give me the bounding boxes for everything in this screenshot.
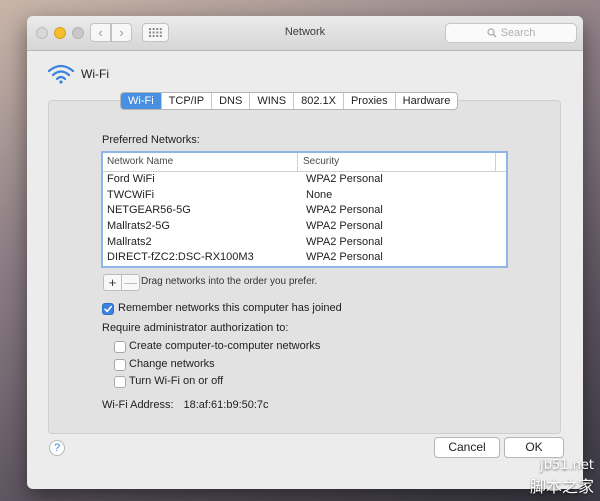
table-row[interactable]: DIRECT-fZC2:DSC-RX100M3 WPA2 Personal xyxy=(103,250,506,266)
admin-authorization-label: Require administrator authorization to: xyxy=(102,322,289,334)
security-cell: WPA2 Personal xyxy=(306,251,383,264)
network-name-cell: NETGEAR56-5G xyxy=(107,204,191,217)
wifi-address-label: Wi-Fi Address: xyxy=(102,399,174,411)
network-preferences-window: ‹ › Network Search Wi-Fi Wi-Fi TCP/IP DN… xyxy=(27,16,583,489)
network-name-cell: Ford WiFi xyxy=(107,173,155,185)
network-name-cell: Mallrats2 xyxy=(107,235,152,248)
tab-wifi[interactable]: Wi-Fi xyxy=(121,93,162,109)
security-cell: WPA2 Personal xyxy=(306,235,383,248)
tab-proxies[interactable]: Proxies xyxy=(344,93,396,109)
change-networks-checkbox[interactable] xyxy=(114,359,126,371)
ok-button[interactable]: OK xyxy=(504,437,564,458)
security-cell: WPA2 Personal xyxy=(306,173,383,185)
service-name: Wi-Fi xyxy=(81,67,109,81)
toggle-wifi-label[interactable]: Turn Wi-Fi on or off xyxy=(129,375,223,387)
table-row[interactable]: Mallrats2 WPA2 Personal xyxy=(103,235,506,251)
security-cell: WPA2 Personal xyxy=(306,204,383,217)
table-row[interactable]: Ford WiFi WPA2 Personal xyxy=(103,172,506,188)
add-network-button[interactable]: + xyxy=(104,275,121,290)
network-name-cell: TWCWiFi xyxy=(107,188,155,201)
security-cell: WPA2 Personal xyxy=(306,220,383,233)
help-button[interactable]: ? xyxy=(49,440,65,456)
search-icon xyxy=(486,28,497,38)
tab-hardware[interactable]: Hardware xyxy=(396,93,458,109)
remember-networks-checkbox[interactable] xyxy=(102,303,114,315)
preferred-networks-table[interactable]: Network Name Security Ford WiFi WPA2 Per… xyxy=(101,151,508,268)
site-watermark: jb51.net 脚本之家 xyxy=(530,458,594,497)
search-placeholder: Search xyxy=(500,27,536,39)
tab-8021x[interactable]: 802.1X xyxy=(294,93,344,109)
search-field[interactable]: Search xyxy=(445,23,577,43)
tab-tcpip[interactable]: TCP/IP xyxy=(162,93,213,109)
network-name-cell: Mallrats2-5G xyxy=(107,220,170,233)
remove-network-button[interactable]: — xyxy=(121,275,139,290)
add-remove-control: + — xyxy=(103,274,140,291)
table-row[interactable]: Mallrats2-5G WPA2 Personal xyxy=(103,219,506,235)
change-networks-label[interactable]: Change networks xyxy=(129,358,215,370)
wifi-address: Wi-Fi Address: 18:af:61:b9:50:7c xyxy=(102,399,269,411)
tab-dns[interactable]: DNS xyxy=(212,93,251,109)
checkmark-icon xyxy=(104,305,112,313)
service-header: Wi-Fi xyxy=(47,64,109,84)
security-cell: None xyxy=(306,188,333,201)
wifi-address-value: 18:af:61:b9:50:7c xyxy=(183,399,269,411)
column-header-security[interactable]: Security xyxy=(298,153,496,171)
wifi-icon xyxy=(47,64,75,84)
watermark-brand: 脚本之家 xyxy=(529,477,594,496)
toggle-wifi-checkbox[interactable] xyxy=(114,376,126,388)
drag-hint-text: Drag networks into the order you prefer. xyxy=(141,276,318,287)
column-header-network-name[interactable]: Network Name xyxy=(103,153,298,171)
cancel-button[interactable]: Cancel xyxy=(434,437,500,458)
table-row[interactable]: TWCWiFi None xyxy=(103,188,506,204)
remember-networks-label[interactable]: Remember networks this computer has join… xyxy=(118,302,342,314)
network-name-cell: DIRECT-fZC2:DSC-RX100M3 xyxy=(107,251,254,264)
table-row[interactable]: NETGEAR56-5G WPA2 Personal xyxy=(103,203,506,219)
create-c2c-label[interactable]: Create computer-to-computer networks xyxy=(129,340,320,352)
create-c2c-checkbox[interactable] xyxy=(114,341,126,353)
tab-wins[interactable]: WINS xyxy=(250,93,295,109)
table-header: Network Name Security xyxy=(103,153,506,172)
preferred-networks-label: Preferred Networks: xyxy=(102,134,200,146)
tab-bar: Wi-Fi TCP/IP DNS WINS 802.1X Proxies Har… xyxy=(120,92,459,110)
title-bar[interactable]: ‹ › Network Search xyxy=(27,16,583,51)
watermark-url: jb51.net xyxy=(540,458,594,473)
